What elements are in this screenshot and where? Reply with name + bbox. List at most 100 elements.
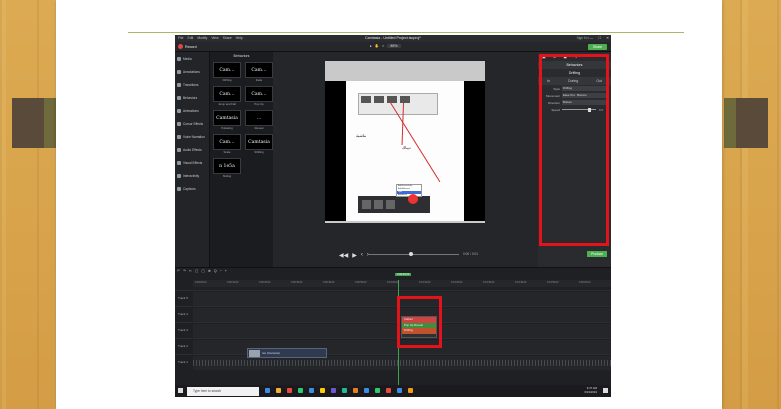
taskbar-app-icon[interactable] [353,388,358,393]
menu-modify[interactable]: Modify [197,36,207,40]
taskbar-app-icon[interactable] [331,388,336,393]
taskbar-app-icon[interactable] [298,388,303,393]
track-name: Track 1 [178,360,188,364]
zoom-out-icon[interactable]: − [220,269,222,273]
mini-tile [386,200,395,209]
right-decor-tab [724,98,768,148]
taskbar-app-icon[interactable] [309,388,314,393]
tool-transitions[interactable]: Transitions [175,78,209,91]
tool-media[interactable]: Media [175,52,209,65]
mini-tile [362,200,371,209]
behavior-reveal[interactable]: … Reveal [245,110,273,131]
taskbar-app-icon[interactable] [320,388,325,393]
behavior-thumb: Cam… [245,86,273,102]
zoom-icon[interactable]: Q [214,269,217,273]
taskbar-app-icon[interactable] [342,388,347,393]
windows-start-icon[interactable] [178,388,183,393]
taskbar-search[interactable]: Type here to search [187,386,259,396]
tool-audio-effects[interactable]: Audio Effects [175,143,209,156]
behavior-fade[interactable]: Cam… Fade [245,62,273,83]
close-icon[interactable]: ✕ [606,36,609,40]
video-canvas[interactable]: ماشية ديباك Add Interactivity Add Behavi… [325,61,485,223]
record-button[interactable]: Record [178,44,197,49]
menu-help[interactable]: Help [236,36,243,40]
behavior-label: Fade [255,78,263,82]
mini-record-icon [408,194,418,204]
behavior-label: Reveal [254,126,264,130]
panel-heading: Behaviors [233,54,250,58]
menu-share[interactable]: Share [223,36,232,40]
taskbar-app-icon[interactable] [408,388,413,393]
split-icon[interactable]: ✂ [189,269,192,273]
behavior-label: Pulsating [221,126,233,130]
mini-row [359,94,437,105]
tool-label: Voice Narration [183,134,205,139]
produce-button[interactable]: Produce [587,251,607,257]
behavior-thumb: n 1e5a [213,158,241,174]
step-forward-icon[interactable]: › [367,252,369,259]
behavior-thumb: Cam… [245,62,273,78]
rewind-icon[interactable]: ◀◀ [339,252,348,259]
paste-icon[interactable]: ▢ [201,269,204,273]
microphone-icon [177,134,181,139]
ruler-tick: 0:00:50;00 [355,281,367,284]
tool-animations[interactable]: Animations [175,104,209,117]
timeline-tools: ↶ ↷ ✂ ▢ ▢ ⊕ Q − + [177,269,227,273]
tool-annotations[interactable]: Annotations [175,65,209,78]
tool-captions[interactable]: Captions [175,182,209,195]
timeline-track: Track 2 [175,338,611,354]
tool-behaviors[interactable]: Behaviors [175,91,209,104]
sign-in-button[interactable]: Sign In ▾ [577,36,589,40]
behavior-sliding[interactable]: n 1e5a Sliding [213,158,241,179]
behavior-drifting[interactable]: Cam… Drifting [213,62,241,83]
taskbar-app-icon[interactable] [364,388,369,393]
add-track-icon[interactable]: ⊕ [208,269,211,273]
tool-cursor-effects[interactable]: Cursor Effects [175,117,209,130]
slide-rule [128,32,684,33]
taskbar-app-icon[interactable] [287,388,292,393]
pan-icon[interactable]: ✋ [375,44,379,48]
behavior-shifting[interactable]: Camtasia Shifting [245,134,273,155]
tool-visual-effects[interactable]: Visual Effects [175,156,209,169]
behavior-scale[interactable]: Cam… Scale [213,134,241,155]
zoom-in-icon[interactable]: + [225,269,227,273]
tool-interactivity[interactable]: Interactivity [175,169,209,182]
crop-icon[interactable]: ⌗ [382,44,384,48]
tool-voice-narration[interactable]: Voice Narration [175,130,209,143]
behavior-jump-and-fall[interactable]: Cam… Jump and Fall [213,86,241,107]
notification-icon[interactable] [603,388,608,393]
taskbar-app-icon[interactable] [265,388,270,393]
minimize-icon[interactable]: — [590,36,593,40]
scrubber[interactable] [369,252,459,256]
pointer-icon[interactable]: ▸ [370,44,372,48]
menu-view[interactable]: View [211,36,218,40]
playhead-time[interactable]: 0:00:00;00 [395,273,412,276]
clip-label: rec (Camera) [262,351,280,355]
taskbar-app-icon[interactable] [375,388,380,393]
behavior-pop-up[interactable]: Cam… Pop Up [245,86,273,107]
camera-clip[interactable]: rec (Camera) [247,348,327,358]
window-controls: — ☐ ✕ [590,36,609,40]
window-title: Camtasia - Untitled Project.tscproj* [365,36,421,40]
timeline-ruler[interactable]: 0:00:00;00 0:00:10;00 0:00:20;00 0:00:30… [193,280,611,287]
taskbar-app-icon[interactable] [397,388,402,393]
ruler-tick: 0:01:00;00 [387,281,399,284]
play-icon[interactable]: ▶ [352,252,357,259]
behaviors-grid: Cam… Drifting Cam… Fade Cam… Jump and Fall … [210,60,273,181]
scrubber-knob[interactable] [409,252,413,256]
ruler-tick: 0:01:50;00 [547,281,559,284]
undo-icon[interactable]: ↶ [177,269,180,273]
zoom-select[interactable]: 85% [387,44,401,48]
taskbar-app-icon[interactable] [276,388,281,393]
redo-icon[interactable]: ↷ [183,269,186,273]
taskbar-app-icon[interactable] [386,388,391,393]
ruler-tick: 0:01:40;00 [515,281,527,284]
step-back-icon[interactable]: ‹ [361,252,363,259]
copy-icon[interactable]: ▢ [195,269,198,273]
menu-edit[interactable]: Edit [187,36,193,40]
maximize-icon[interactable]: ☐ [598,36,601,40]
clip-thumbnail [249,350,260,357]
menu-file[interactable]: File [178,36,183,40]
behavior-pulsating[interactable]: Camtasia Pulsating [213,110,241,131]
share-button[interactable]: Share [587,43,607,50]
